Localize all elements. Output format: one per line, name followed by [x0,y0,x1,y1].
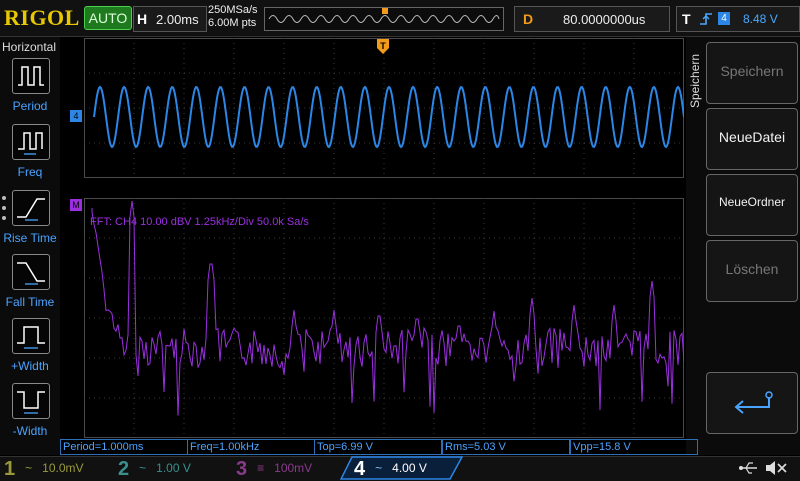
period-icon [18,66,44,86]
delete-button[interactable]: Löschen [706,240,798,302]
new-file-button[interactable]: NeueDatei [706,108,798,170]
channel-4-coupling: ~ [375,461,383,475]
measurement-top[interactable]: Top=6.99 V [314,439,442,455]
return-button[interactable] [706,372,798,434]
negative-width-icon [17,391,45,414]
period-label: Period [12,99,48,113]
speaker-muted-icon [766,461,787,475]
trigger-box[interactable]: T 4 8.48 V [676,6,800,32]
math-offset-marker[interactable]: M [70,199,82,211]
channel-1-tab[interactable]: 1 ~10.0mV [4,457,112,480]
trigger-source-badge: 4 [718,12,730,25]
freq-button[interactable] [12,124,50,160]
svg-text:T: T [380,41,386,51]
channel-3-number: 3 [236,457,248,480]
negative-width-label: -Width [12,424,48,438]
fft-window-grid [84,198,684,438]
sample-rate: 250MSa/s [208,4,258,16]
channel-3-coupling: ≡ [257,461,265,475]
channel-3-tab[interactable]: 3 ≡ 100mV [236,457,344,480]
period-button[interactable] [12,58,50,94]
memory-depth: 6.00M pts [208,17,257,29]
channel-1-number: 1 [4,457,16,480]
status-icons [739,461,787,475]
measurement-period[interactable]: Period=1.000ms [60,439,188,455]
menu-page-indicator [2,196,8,226]
channel-1-scale: 10.0mV [42,461,84,475]
negative-width-button[interactable] [12,383,50,419]
return-arrow-icon [734,391,773,414]
channel-4-tab[interactable]: 4 ~4.00 V [354,457,458,480]
acquisition-info: 250MSa/s 6.00M pts [208,4,258,30]
trigger-level: 8.48 V [743,12,778,26]
fall-time-label: Fall Time [5,295,55,309]
rise-time-icon [17,198,45,221]
memory-position-bar[interactable] [264,7,504,31]
fall-time-button[interactable] [12,254,50,290]
left-menu-title: Horizontal [2,40,57,54]
timebase-label: H [137,11,148,27]
positive-width-button[interactable] [12,318,50,354]
delay-label: D [523,11,534,27]
waveform-display[interactable]: FFT: CH4 10.00 dBV 1.25kHz/Div 50.0k Sa/… [84,38,684,438]
measurement-vpp[interactable]: Vpp=15.8 V [570,439,698,455]
measurement-freq[interactable]: Freq=1.00kHz [187,439,315,455]
channel-2-coupling: ~ [139,461,147,475]
channel-4-number: 4 [354,457,366,480]
delay-value: 80.0000000us [563,12,646,27]
memory-waveform-preview [268,8,500,23]
ch4-waveform-trace [93,85,684,149]
channel-2-number: 2 [118,457,130,480]
measurement-rms[interactable]: Rms=5.03 V [442,439,570,455]
ch4-offset-marker[interactable]: 4 [70,110,82,122]
svg-text:Speichern: Speichern [688,54,702,108]
channel-1-coupling: ~ [25,461,33,475]
new-folder-button[interactable]: NeueOrdner [706,174,798,236]
fft-info-text: FFT: CH4 10.00 dBV 1.25kHz/Div 50.0k Sa/… [90,216,309,228]
trigger-label: T [682,11,691,27]
usb-icon [739,462,757,474]
channel-2-scale: 1.00 V [156,461,191,475]
delay-box[interactable]: D 80.0000000us [514,6,670,32]
channel-3-scale: 100mV [274,461,313,475]
brand-logo: RIGOL [4,5,80,30]
timebase-value: 2.00ms [156,12,199,27]
trigger-position-marker-icon[interactable]: T [376,38,390,58]
rise-time-button[interactable] [12,190,50,226]
timebase-box[interactable]: H 2.00ms [133,6,207,32]
rising-edge-icon [700,13,712,25]
run-mode-button[interactable]: AUTO [84,6,132,30]
save-button[interactable]: Speichern [706,42,798,104]
right-menu-title: Speichern [688,54,702,108]
fft-spectrum-trace [91,200,684,416]
channel-2-tab[interactable]: 2 ~1.00 V [118,457,226,480]
positive-width-icon [17,326,45,349]
freq-label: Freq [17,165,43,179]
rise-time-label: Rise Time [3,231,57,245]
channel-4-scale: 4.00 V [392,461,427,475]
positive-width-label: +Width [11,359,49,373]
freq-icon [18,132,43,155]
fall-time-icon [17,262,45,285]
trigger-position-icon [382,8,388,14]
